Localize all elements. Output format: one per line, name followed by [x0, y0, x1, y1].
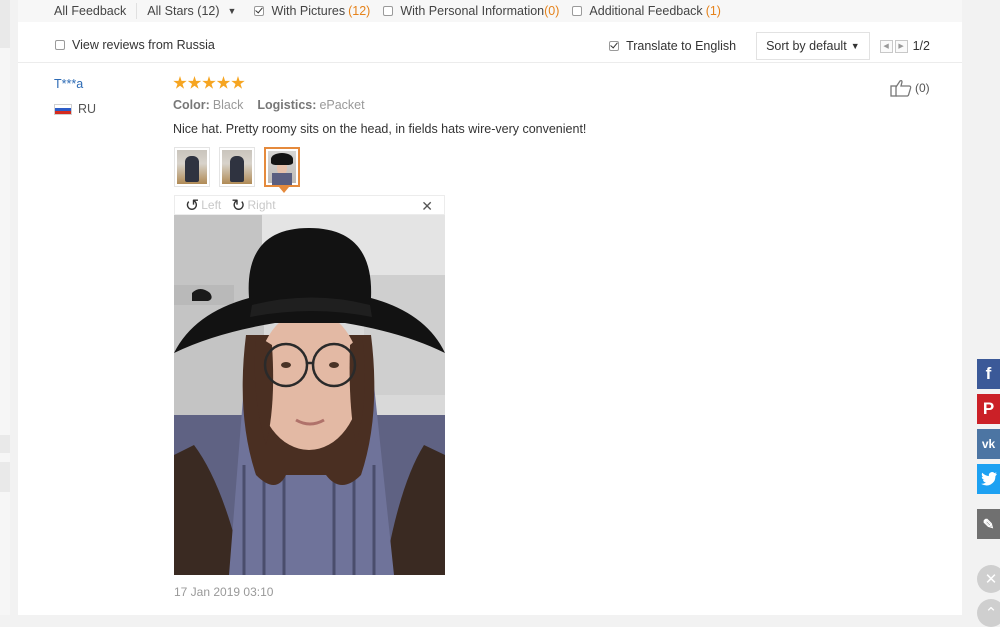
translate-toggle[interactable]: Translate to English — [609, 39, 736, 53]
pager: ◀ ▶ 1/2 — [879, 39, 930, 53]
star-icon — [202, 76, 216, 89]
vk-share-button[interactable]: vk — [977, 429, 1000, 459]
chevron-down-icon: ▼ — [227, 6, 237, 16]
review-thumbnail[interactable] — [174, 147, 210, 187]
review-photo-image — [174, 215, 445, 575]
review-panel — [18, 0, 962, 615]
next-page-button[interactable]: ▶ — [894, 39, 908, 53]
helpful-count: (0) — [915, 81, 930, 95]
scroll-up-button[interactable]: ⌃ — [977, 599, 1000, 627]
review-meta: Color: Black Logistics: ePacket — [173, 98, 365, 112]
image-viewer: ↺ Left ↻ Right ✕ — [174, 195, 445, 575]
prev-page-button[interactable]: ◀ — [879, 39, 893, 53]
twitter-icon — [980, 472, 997, 486]
checkbox-with-pictures[interactable] — [254, 6, 265, 16]
review-thumbnails — [174, 147, 309, 187]
star-icon — [187, 76, 202, 89]
facebook-share-button[interactable]: f — [977, 359, 1000, 389]
checkbox-translate[interactable] — [609, 41, 620, 51]
options-row: View reviews from Russia Translate to En… — [18, 28, 962, 63]
sort-dropdown[interactable]: Sort by default ▼ — [756, 32, 870, 60]
page-indicator: 1/2 — [912, 39, 930, 53]
checkbox-view-russia[interactable] — [55, 40, 65, 50]
rotate-left-button[interactable]: ↺ Left — [185, 197, 221, 214]
edit-icon: ✎ — [982, 515, 995, 532]
rotate-left-icon: ↺ — [185, 195, 200, 215]
chevron-up-icon: ⌃ — [984, 605, 998, 622]
review-date: 17 Jan 2019 03:10 — [174, 585, 274, 599]
filter-personal-info[interactable]: With Personal Information (0) — [383, 4, 559, 18]
russia-flag-icon — [54, 103, 72, 115]
reviewer-name[interactable]: T***a — [54, 77, 83, 91]
edit-share-button[interactable]: ✎ — [977, 509, 1000, 539]
close-icon: ✕ — [984, 571, 998, 588]
vk-icon: vk — [981, 437, 996, 451]
pinterest-icon: P — [982, 399, 995, 418]
thumbnail-pointer — [279, 187, 289, 193]
rotate-right-button[interactable]: ↻ Right — [231, 197, 275, 214]
pinterest-share-button[interactable]: P — [977, 394, 1000, 424]
star-icon — [216, 76, 231, 89]
rotate-right-icon: ↻ — [231, 195, 246, 215]
filter-with-pictures[interactable]: With Pictures (12) — [254, 4, 370, 18]
checkbox-additional-feedback[interactable] — [572, 6, 583, 16]
close-circle-button[interactable]: ✕ — [977, 565, 1000, 593]
thumbs-up-icon — [890, 80, 912, 97]
facebook-icon: f — [985, 364, 992, 383]
star-rating — [173, 76, 246, 90]
twitter-share-button[interactable] — [977, 464, 1000, 494]
left-gutter — [0, 0, 10, 615]
chevron-down-icon: ▼ — [850, 41, 860, 51]
star-icon — [173, 76, 187, 89]
filter-all-stars-dropdown[interactable]: All Stars (12) ▼ — [147, 4, 236, 18]
helpful-button[interactable]: (0) — [890, 79, 930, 97]
review-photo — [174, 215, 445, 575]
viewer-toolbar: ↺ Left ↻ Right ✕ — [174, 195, 445, 215]
close-icon[interactable]: ✕ — [421, 198, 433, 215]
filter-bar: All Feedback All Stars (12) ▼ With Pictu… — [18, 0, 962, 22]
filter-additional-feedback[interactable]: Additional Feedback (1) — [572, 4, 721, 18]
review-thumbnail[interactable] — [219, 147, 255, 187]
reviewer-country: RU — [54, 102, 96, 116]
star-icon — [231, 76, 245, 89]
view-russia-toggle[interactable]: View reviews from Russia — [55, 38, 215, 52]
checkbox-personal-info[interactable] — [383, 6, 394, 16]
review-thumbnail-selected[interactable] — [264, 147, 300, 187]
review-text: Nice hat. Pretty roomy sits on the head,… — [173, 122, 587, 136]
filter-all-feedback[interactable]: All Feedback — [54, 4, 126, 18]
